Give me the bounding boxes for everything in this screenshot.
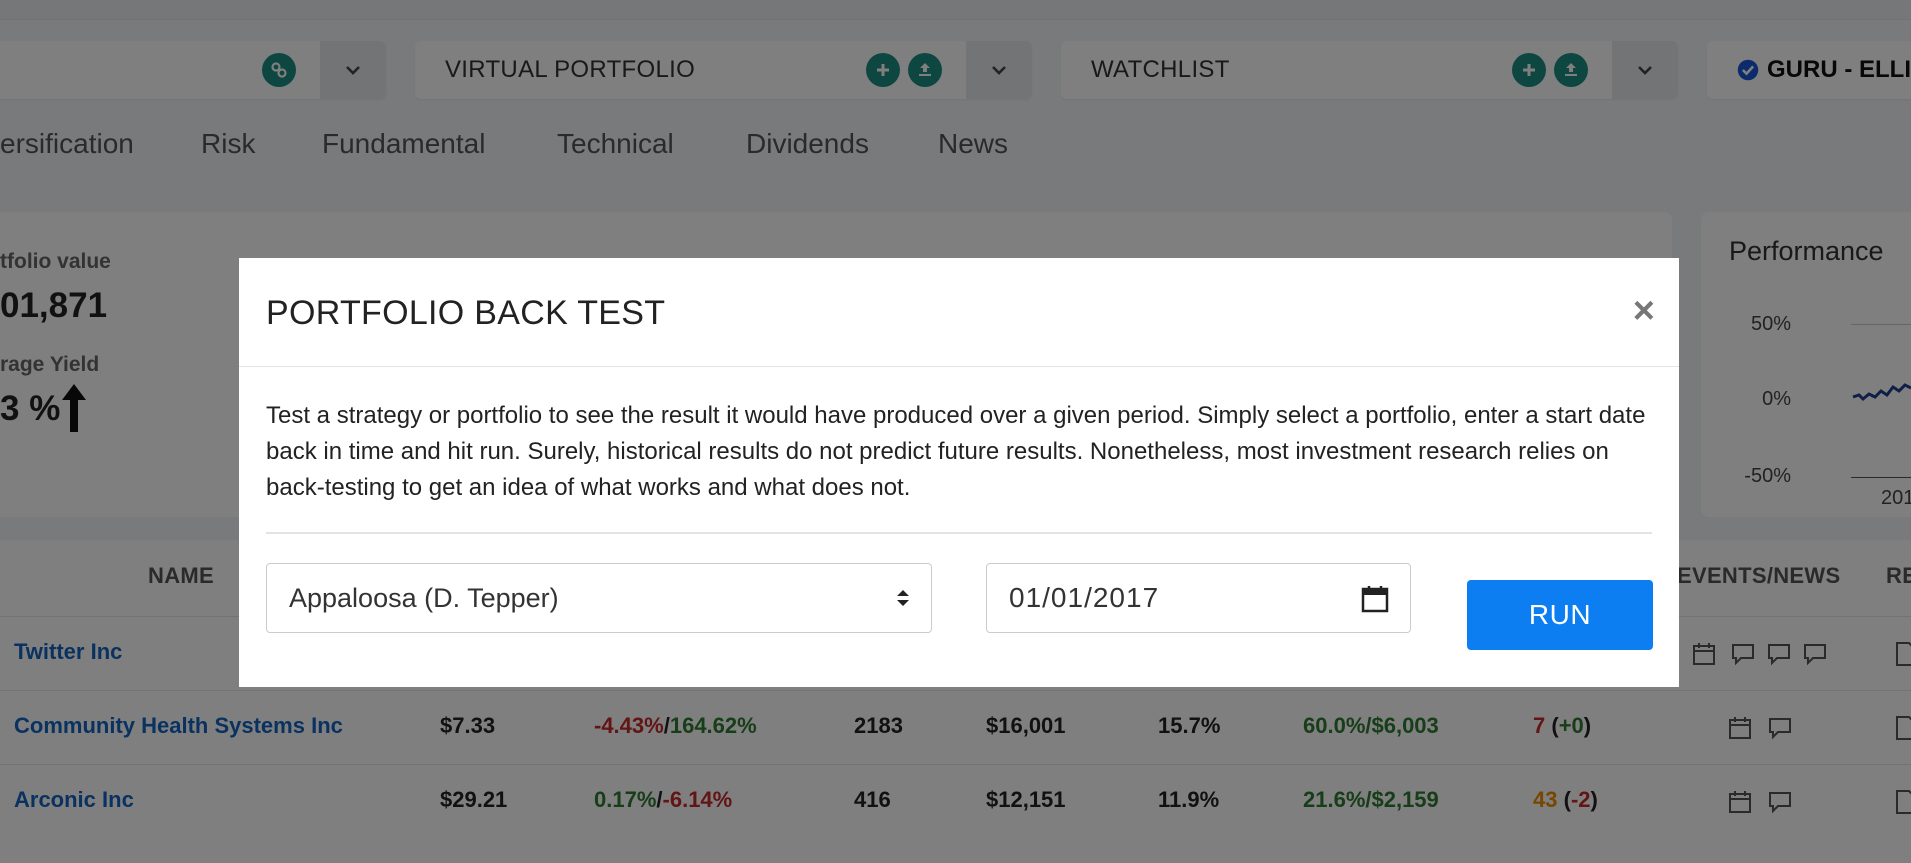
- backtest-modal: PORTFOLIO BACK TEST × Test a strategy or…: [239, 258, 1679, 687]
- portfolio-select-value: Appaloosa (D. Tepper): [289, 582, 559, 613]
- modal-description: Test a strategy or portfolio to see the …: [266, 402, 1646, 501]
- run-button[interactable]: RUN: [1467, 580, 1653, 650]
- start-date-input[interactable]: 01/01/2017: [986, 563, 1411, 633]
- portfolio-select[interactable]: Appaloosa (D. Tepper): [266, 563, 932, 633]
- modal-title: PORTFOLIO BACK TEST: [266, 294, 666, 332]
- calendar-icon[interactable]: [1360, 584, 1390, 614]
- close-icon[interactable]: ×: [1633, 292, 1655, 330]
- select-arrows-icon: [897, 590, 909, 606]
- start-date-value: 01/01/2017: [1009, 582, 1160, 613]
- modal-divider: [266, 532, 1652, 534]
- modal-header-divider: [239, 366, 1679, 367]
